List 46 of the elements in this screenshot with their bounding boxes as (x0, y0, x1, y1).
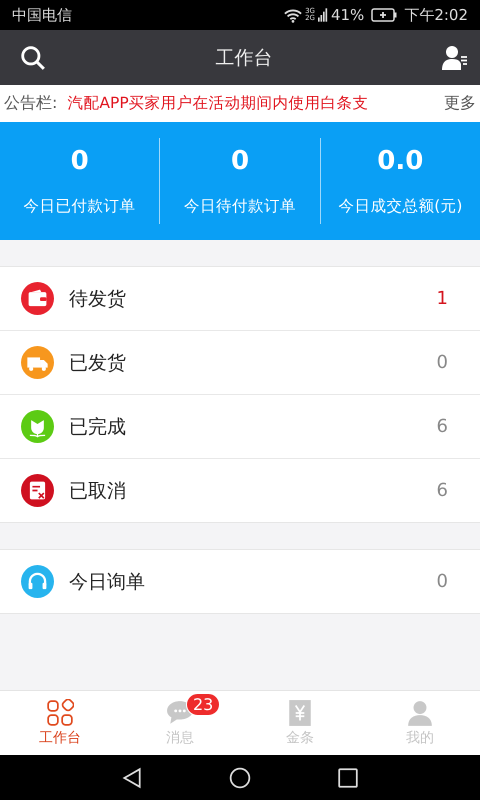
list-row[interactable]: 已完成 6 (0, 394, 480, 458)
tab-label: 消息 (166, 729, 194, 747)
row-count: 6 (436, 480, 448, 501)
tab-label: 金条 (286, 729, 314, 747)
more-link[interactable]: 更多 (444, 93, 476, 114)
row-count: 6 (436, 416, 448, 437)
tab-item[interactable]: 工作台 (0, 691, 120, 755)
row-label: 已完成 (69, 414, 127, 440)
stat-value: 0 (70, 146, 89, 176)
wifi-icon (284, 8, 302, 22)
recents-icon[interactable] (337, 766, 359, 788)
row-label: 已发货 (69, 350, 127, 376)
row-count: 0 (436, 571, 448, 592)
workbench-icon (46, 699, 74, 727)
row-count: 1 (436, 288, 448, 309)
carrier-name: 中国电信 (12, 6, 72, 24)
battery-icon (371, 8, 398, 22)
person-icon (406, 699, 434, 727)
row-count: 0 (436, 352, 448, 373)
list-row[interactable]: 今日询单 0 (0, 550, 480, 613)
row-label: 待发货 (69, 286, 127, 312)
battery-level: 41% (330, 6, 364, 24)
yen-icon (286, 699, 314, 727)
signal-icon (318, 8, 328, 22)
list-row[interactable]: 已发货 0 (0, 330, 480, 394)
row-label: 已取消 (69, 478, 127, 504)
page-title: 工作台 (216, 46, 272, 70)
clock: 下午2:02 (404, 6, 468, 24)
unread-badge: 23 (186, 693, 220, 716)
tab-label: 工作台 (39, 729, 81, 747)
tab-label: 我的 (406, 729, 434, 747)
stat-label: 今日已付款订单 (24, 196, 136, 216)
notice-text[interactable]: 汽配APP买家用户在活动期间内使用白条支 (67, 93, 440, 114)
stat-value: 0 (230, 146, 250, 176)
row-label: 今日询单 (69, 570, 146, 594)
stat-value: 0.0 (377, 146, 424, 176)
list-row[interactable]: 已取消 6 (0, 458, 480, 522)
stat-label: 今日待付款订单 (184, 196, 296, 216)
user-list-icon[interactable] (442, 44, 468, 70)
back-icon[interactable] (121, 766, 143, 788)
stat-label: 今日成交总额(元) (338, 196, 462, 216)
search-icon[interactable] (20, 44, 46, 70)
notice-label: 公告栏: (4, 93, 58, 114)
home-icon[interactable] (229, 766, 251, 788)
tab-item[interactable]: 23 消息 (120, 691, 240, 755)
list-row[interactable]: 待发货 1 (0, 267, 480, 330)
